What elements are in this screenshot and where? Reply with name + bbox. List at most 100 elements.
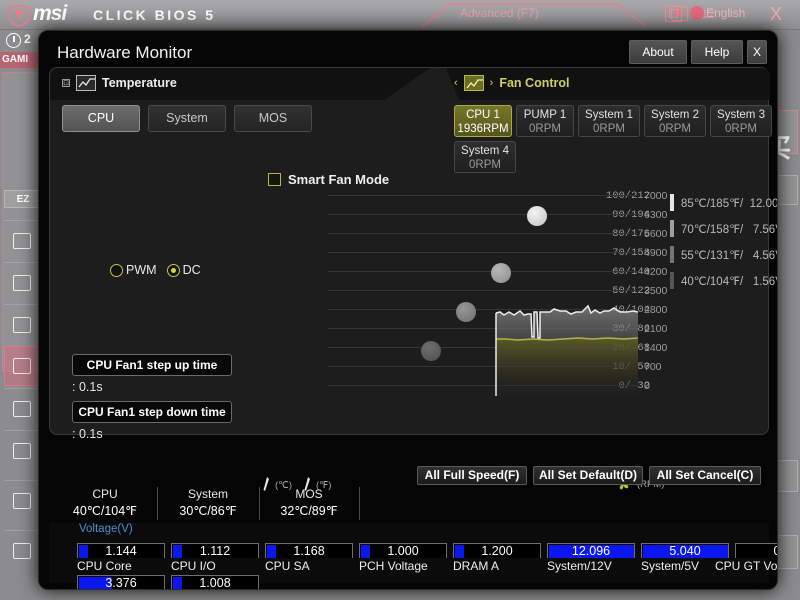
pwm-radio[interactable] <box>110 263 123 277</box>
legend-swatch <box>670 272 674 289</box>
globe-icon[interactable] <box>690 6 704 20</box>
fan-name: System 2 <box>651 109 699 121</box>
voltage-cell-cpu-io: 1.112 CPU I/O <box>171 543 259 573</box>
temperature-chart-icon <box>76 75 96 91</box>
bios-close-icon[interactable]: X <box>770 4 782 25</box>
step-up-time-button[interactable]: CPU Fan1 step up time <box>72 354 232 376</box>
voltage-bar-track: 1.200 <box>453 543 541 558</box>
rpm-tick: 3500 <box>644 285 668 297</box>
legend-label: 55℃/131℉/ 4.56V <box>681 249 778 262</box>
temp-summary-label: System <box>187 487 228 501</box>
fan-button-system4[interactable]: System 4 0RPM <box>454 141 516 173</box>
all-full-speed-button[interactable]: All Full Speed(F) <box>417 466 527 485</box>
sidebar-item-monitor[interactable] <box>4 220 40 260</box>
voltage-value: 1.200 <box>481 544 513 558</box>
fan-curve-graph[interactable]: 100/212 90/194 80/176 70/158 60/140 50/1… <box>250 190 667 460</box>
advanced-mode-tab[interactable]: Advanced (F7) <box>460 6 539 20</box>
chevron-left-icon[interactable]: ‹ <box>454 77 458 89</box>
legend-label: 85℃/185℉/ 12.00V <box>681 197 778 210</box>
voltage-value: 1.144 <box>105 544 137 558</box>
temp-summary-label: CPU <box>92 487 118 501</box>
sidebar-item-boot[interactable] <box>4 388 40 428</box>
click-bios-label: CLICK BIOS 5 <box>93 7 216 23</box>
temperature-section-header: ⊡ Temperature <box>62 75 177 91</box>
voltage-cell-system-12v: 12.096 System/12V <box>547 543 635 573</box>
sidebar-item-network[interactable] <box>4 262 40 302</box>
msi-wordmark: msi <box>33 2 67 25</box>
divider <box>359 487 360 520</box>
live-monitor-trace <box>495 304 638 396</box>
temperature-section-label: Temperature <box>102 76 177 90</box>
voltage-label: CPU Core <box>77 559 132 573</box>
voltage-value: 1.000 <box>387 544 419 558</box>
all-set-cancel-button[interactable]: All Set Cancel(C) <box>649 466 761 485</box>
temp-summary-system: System 30℃/86℉ <box>161 486 255 520</box>
rpm-tick: 0 <box>644 380 650 392</box>
legend-swatch <box>670 194 674 211</box>
hardware-monitor-dialog: Hardware Monitor About Help X ⊡ Temperat… <box>38 30 778 590</box>
voltage-cell-dram-a: 1.200 DRAM A <box>453 543 541 573</box>
chevron-right-icon[interactable]: › <box>490 77 494 89</box>
fan-rpm: 1936RPM <box>457 123 509 135</box>
voltage-bar-track: 1.000 <box>359 543 447 558</box>
curve-handle-4[interactable] <box>527 206 547 226</box>
search-icon[interactable] <box>665 5 682 22</box>
rpm-tick: 6300 <box>644 209 668 221</box>
legend-swatch <box>670 246 674 263</box>
monitor-card: ⊡ Temperature CPU System MOS ‹ › Fan Con… <box>49 67 777 491</box>
collapse-icon[interactable]: ⊡ <box>62 79 70 87</box>
temp-source-mos[interactable]: MOS <box>234 105 312 132</box>
step-down-time-button[interactable]: CPU Fan1 step down time <box>72 401 232 423</box>
legend-swatch <box>670 220 674 237</box>
dialog-window-buttons: About Help X <box>629 40 767 64</box>
fan-button-system1[interactable]: System 1 0RPM <box>578 105 640 137</box>
fan-icon <box>13 358 31 374</box>
dialog-close-button[interactable]: X <box>747 40 767 64</box>
divider <box>157 487 158 520</box>
bios-top-bar: msi CLICK BIOS 5 Advanced (F7) F12 Engli… <box>0 0 800 30</box>
fan-rpm: 0RPM <box>725 123 757 135</box>
dc-radio[interactable] <box>166 263 180 277</box>
legend-row-3: 70℃/158℉/ 7.56V <box>670 220 777 237</box>
tools-icon <box>13 492 31 509</box>
dc-label: DC <box>182 263 201 277</box>
voltage-cell-pch: 1.000 PCH Voltage <box>359 543 447 573</box>
temp-source-cpu[interactable]: CPU <box>62 105 140 132</box>
curve-handle-2[interactable] <box>456 302 476 322</box>
legend-row-2: 55℃/131℉/ 4.56V <box>670 246 778 263</box>
temp-summary-label: MOS <box>295 487 323 501</box>
fan-button-system3[interactable]: System 3 0RPM <box>710 105 772 137</box>
curve-handle-3[interactable] <box>491 263 511 283</box>
legend-row-4: 85℃/185℉/ 12.00V <box>670 194 778 211</box>
sidebar-item-hardware-monitor[interactable] <box>4 346 40 386</box>
network-icon <box>13 274 31 291</box>
voltage-cell-cpu-vtt: 1.008 CPU VTT <box>171 575 259 590</box>
voltage-label: DRAM A <box>453 559 500 573</box>
dialog-title: Hardware Monitor <box>57 43 193 62</box>
sidebar-item-storage[interactable] <box>4 304 40 344</box>
voltage-bar-track: 1.112 <box>171 543 259 558</box>
language-label[interactable]: English <box>706 6 745 20</box>
fan-button-system2[interactable]: System 2 0RPM <box>644 105 706 137</box>
voltage-bar-track: 1.008 <box>171 575 259 590</box>
fan-name: System 1 <box>585 109 633 121</box>
about-button[interactable]: About <box>629 40 687 64</box>
step-down-time-value: : 0.1s <box>72 427 103 441</box>
voltage-value: 1.008 <box>199 576 231 590</box>
sidebar-item-settings[interactable] <box>4 530 40 570</box>
legend-label: 40℃/104℉/ 1.56V <box>681 275 778 288</box>
fan-button-pump1[interactable]: PUMP 1 0RPM <box>516 105 574 137</box>
fan-button-cpu1[interactable]: CPU 1 1936RPM <box>454 105 512 137</box>
ez-mode-button[interactable]: EZ <box>4 190 42 208</box>
help-button[interactable]: Help <box>691 40 743 64</box>
smart-fan-mode-row[interactable]: Smart Fan Mode <box>268 172 389 187</box>
temp-summary-value: 32℃/89℉ <box>280 504 338 518</box>
rpm-tick: 700 <box>644 361 662 373</box>
sidebar-item-cpu[interactable] <box>4 430 40 470</box>
sidebar-item-tools[interactable] <box>4 480 40 520</box>
smart-fan-mode-checkbox[interactable] <box>268 173 281 186</box>
curve-handle-1[interactable] <box>421 341 441 361</box>
all-set-default-button[interactable]: All Set Default(D) <box>533 466 643 485</box>
pwm-label: PWM <box>126 263 157 277</box>
temp-source-system[interactable]: System <box>148 105 226 132</box>
